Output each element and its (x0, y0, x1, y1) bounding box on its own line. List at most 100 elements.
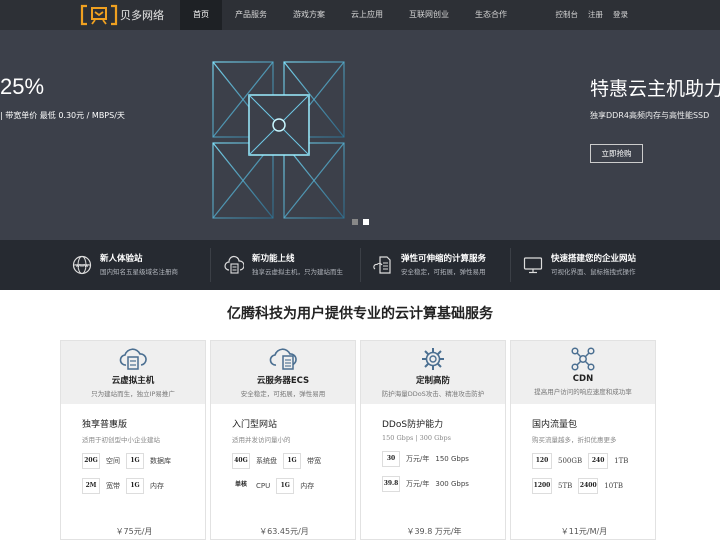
monitor-icon (523, 257, 543, 274)
logo-mark-icon (80, 4, 118, 26)
spec-label: 1TB (614, 457, 629, 465)
feature-strip: WWW 新人体验站 国内知名五星级域名注册商 新功能上线 独享云虚拟主机，只为建… (0, 240, 720, 290)
feature-desc: 独享云虚拟主机，只为建站而生 (252, 267, 343, 276)
card-body: 入门型网站 适用并发访问量小的 40G 系统盘 1G 带宽 单核 CPU 1G … (211, 404, 355, 494)
spec-label: 500GB (558, 457, 583, 465)
card-body: 国内流量包 购买流量越多，折扣优惠更多 120 500GB 240 1TB 12… (511, 404, 655, 494)
globe-www-icon: WWW (72, 255, 92, 275)
spec-value-chip: 39.8 (382, 476, 400, 492)
price: ￥11元/M/月 (560, 527, 608, 536)
spec-value-chip: 1G (276, 478, 295, 494)
plan-title: 入门型网站 (232, 420, 278, 430)
spec-label: 150 Gbps (435, 455, 469, 463)
plan-desc: 150 Gbps | 300 Gbps (382, 434, 451, 442)
spec-row: 20G 空间 1G 数据库 (82, 453, 205, 469)
feature-item-new-function[interactable]: 新功能上线 独享云虚拟主机，只为建站而生 (224, 240, 343, 290)
spec-label: 万元/年 (406, 455, 430, 463)
card-name: 云虚拟主机 (111, 376, 155, 386)
login-link[interactable]: 登录 (613, 0, 628, 30)
feature-item-website-builder[interactable]: 快速搭建您的企业网站 可视化界面、鼠标拖拽式操作 (523, 240, 636, 290)
card-header: 定制高防 防护海量DDoS攻击、精准攻击防护 (361, 341, 505, 404)
nav-item-startup[interactable]: 互联网创业 (396, 0, 462, 30)
spec-label: 万元/年 (406, 480, 430, 488)
cloud-host-icon (119, 348, 147, 370)
spec-value-chip: 1G (283, 453, 301, 469)
console-link[interactable]: 控制台 (556, 0, 579, 30)
nav-item-home[interactable]: 首页 (180, 0, 222, 30)
carousel-dot-1[interactable] (352, 219, 358, 225)
card-body: 独享普惠版 适用于初创型中小企业建站 20G 空间 1G 数据库 2M 宽带 1… (61, 404, 205, 494)
network-nodes-icon (571, 347, 595, 371)
cloud-ecs-icon (269, 348, 297, 370)
card-header: 云虚拟主机 只为建站而生，独立IP易推广 (61, 341, 205, 404)
buy-now-button[interactable]: 立即抢购 (590, 144, 643, 163)
register-link[interactable]: 注册 (588, 0, 603, 30)
card-desc: 提高用户访问的响应速度和成功率 (534, 388, 632, 396)
spec-label: 系统盘 (256, 457, 277, 465)
spec-row: 1200 5TB 2400 10TB (532, 478, 655, 494)
spec-label: CPU (256, 482, 271, 490)
feature-item-elastic-compute[interactable]: 弹性可伸缩的计算服务 安全稳定，可拓展，弹性易用 (373, 240, 486, 290)
feature-item-newbie[interactable]: WWW 新人体验站 国内知名五星级域名注册商 (72, 240, 178, 290)
carousel-dot-2[interactable] (363, 219, 369, 225)
hero-subtitle: 独享DDR4高频内存与高性能SSD (590, 111, 710, 120)
spec-row: 39.8 万元/年 300 Gbps (382, 476, 505, 492)
product-card-ecs[interactable]: 云服务器ECS 安全稳定，可拓展，弹性易用 入门型网站 适用并发访问量小的 40… (210, 340, 356, 540)
plan-title: 国内流量包 (532, 420, 578, 430)
hero-cube-illustration (180, 61, 380, 219)
hero-percent: 25% (0, 74, 45, 99)
card-name: CDN (572, 374, 594, 384)
logo[interactable]: 贝多网络 (80, 4, 164, 26)
plan-title: 独享普惠版 (82, 420, 128, 430)
card-desc: 只为建站而生，独立IP易推广 (91, 390, 175, 398)
plan-desc: 适用并发访问量小的 (232, 436, 291, 444)
product-card-virtual-host[interactable]: 云虚拟主机 只为建站而生，独立IP易推广 独享普惠版 适用于初创型中小企业建站 … (60, 340, 206, 540)
price: ￥63.45元/月 (259, 527, 309, 536)
card-body: DDoS防护能力 150 Gbps | 300 Gbps 30 万元/年 150… (361, 404, 505, 492)
spec-row: 单核 CPU 1G 内存 (232, 478, 355, 494)
card-desc: 安全稳定，可拓展，弹性易用 (240, 390, 326, 398)
spec-row: 120 500GB 240 1TB (532, 453, 655, 469)
divider (360, 248, 361, 282)
spec-value-chip: 120 (532, 453, 552, 469)
nav-item-products[interactable]: 产品服务 (222, 0, 280, 30)
spec-value-chip: 1G (126, 453, 144, 469)
spec-label: 内存 (150, 482, 164, 490)
divider (210, 248, 211, 282)
spec-value-chip: 240 (588, 453, 609, 469)
feature-desc: 国内知名五星级域名注册商 (100, 267, 178, 276)
cloud-server-icon (224, 255, 244, 274)
spec-value-chip: 2400 (578, 478, 599, 494)
spec-label: 空间 (106, 457, 120, 465)
feature-title: 新功能上线 (252, 253, 295, 264)
spec-value-chip: 单核 (234, 481, 247, 488)
feature-title: 快速搭建您的企业网站 (551, 253, 637, 264)
product-card-ddos[interactable]: 定制高防 防护海量DDoS攻击、精准攻击防护 DDoS防护能力 150 Gbps… (360, 340, 506, 540)
spec-value-chip: 2M (82, 478, 100, 494)
spec-label: 数据库 (150, 457, 171, 465)
document-cloud-icon (373, 256, 391, 274)
section-title: 亿腾科技为用户提供专业的云计算基础服务 (227, 306, 493, 322)
spec-value-chip: 30 (382, 451, 400, 467)
nav-item-game-solutions[interactable]: 游戏方案 (280, 0, 338, 30)
main-nav: 首页 产品服务 游戏方案 云上应用 互联网创业 生态合作 (180, 0, 520, 30)
logo-text: 贝多网络 (120, 9, 164, 22)
spec-value-chip: 1G (126, 478, 144, 494)
card-header: CDN 提高用户访问的响应速度和成功率 (511, 341, 655, 404)
feature-title: 弹性可伸缩的计算服务 (401, 253, 487, 264)
price: ￥39.8 万元/年 (406, 527, 462, 536)
spec-label: 宽带 (106, 482, 120, 490)
gear-shield-icon (422, 348, 444, 370)
nav-item-cloud-apps[interactable]: 云上应用 (338, 0, 396, 30)
spec-label: 内存 (300, 482, 315, 490)
spec-row: 40G 系统盘 1G 带宽 (232, 453, 355, 469)
account-links: 控制台 注册 登录 (556, 0, 629, 30)
svg-text:WWW: WWW (76, 263, 89, 268)
hero-carousel: 25% | 带宽单价 最低 0.30元 / MBPS/天 特惠云主机助力 独享D… (0, 30, 720, 240)
nav-item-ecosystem[interactable]: 生态合作 (462, 0, 520, 30)
product-card-cdn[interactable]: CDN 提高用户访问的响应速度和成功率 国内流量包 购买流量越多，折扣优惠更多 … (510, 340, 656, 540)
spec-value-chip: 40G (232, 453, 250, 469)
spec-label: 10TB (604, 482, 624, 490)
plan-desc: 购买流量越多，折扣优惠更多 (532, 436, 617, 444)
feature-desc: 可视化界面、鼠标拖拽式操作 (551, 267, 636, 276)
